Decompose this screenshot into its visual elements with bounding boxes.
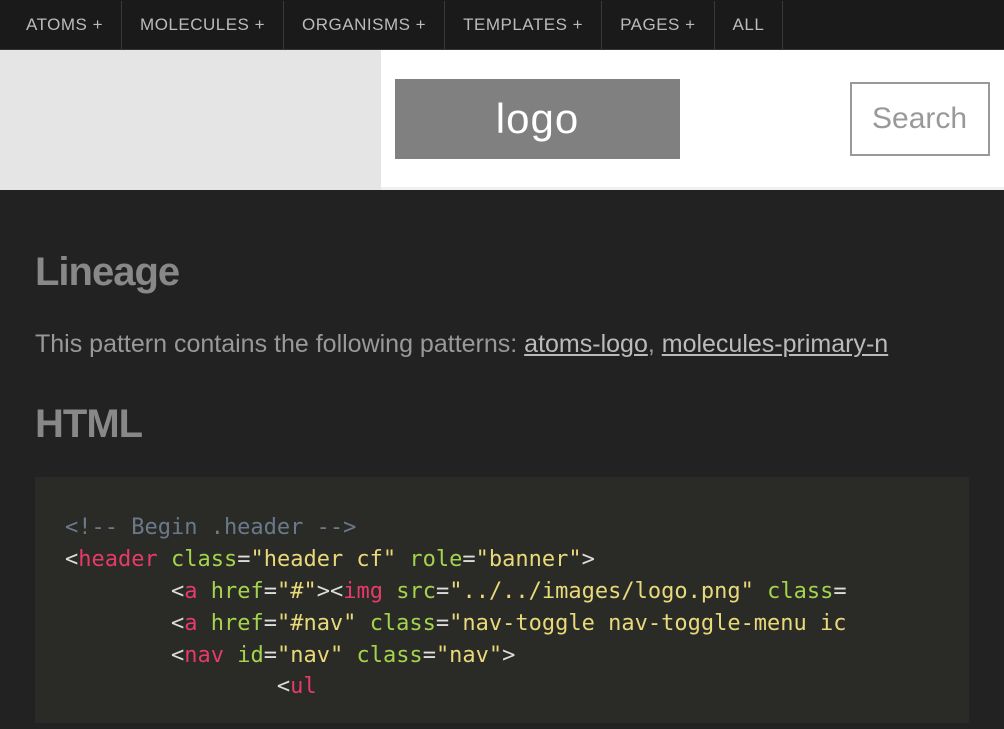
preview-content: logo Search	[381, 50, 1004, 190]
lineage-text: This pattern contains the following patt…	[35, 327, 969, 362]
nav-molecules[interactable]: MOLECULES +	[122, 1, 284, 49]
top-nav: ATOMS + MOLECULES + ORGANISMS + TEMPLATE…	[0, 0, 1004, 50]
nav-templates[interactable]: TEMPLATES +	[445, 1, 602, 49]
nav-atoms[interactable]: ATOMS +	[8, 1, 122, 49]
code-block: <!-- Begin .header --> <header class="he…	[35, 477, 969, 723]
logo-placeholder: logo	[395, 79, 680, 159]
lineage-link-atoms-logo[interactable]: atoms-logo	[524, 330, 648, 358]
search-input[interactable]: Search	[850, 82, 990, 156]
nav-pages[interactable]: PAGES +	[602, 1, 714, 49]
lineage-prefix: This pattern contains the following patt…	[35, 330, 524, 358]
lineage-link-molecules-primary[interactable]: molecules-primary-n	[662, 330, 888, 358]
preview-area: logo Search	[0, 50, 1004, 190]
lineage-sep: ,	[648, 330, 662, 358]
info-panel: Lineage This pattern contains the follow…	[0, 190, 1004, 729]
html-heading: HTML	[35, 402, 969, 447]
nav-organisms[interactable]: ORGANISMS +	[284, 1, 445, 49]
code-comment: <!-- Begin .header -->	[65, 515, 356, 540]
lineage-heading: Lineage	[35, 250, 969, 295]
nav-all[interactable]: ALL	[715, 1, 784, 49]
preview-sidebar	[0, 50, 381, 190]
